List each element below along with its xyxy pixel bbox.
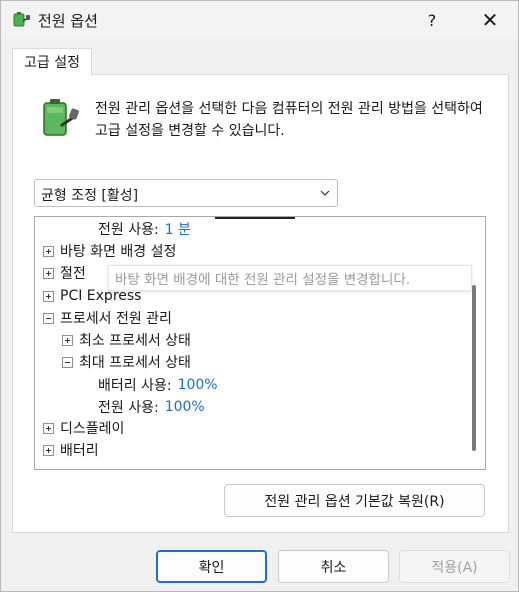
tree-item-processor-power[interactable]: 프로세서 전원 관리 — [43, 307, 172, 329]
advanced-settings-panel: 전원 관리 옵션을 선택한 다음 컴퓨터의 전원 관리 방법을 선택하여 고급 … — [12, 74, 509, 533]
tree-item-display[interactable]: 디스플레이 — [43, 417, 124, 439]
close-button[interactable]: ✕ — [467, 1, 513, 39]
tree-item-min-processor-state[interactable]: 최소 프로세서 상태 — [62, 329, 191, 351]
battery-plug-icon — [43, 99, 79, 136]
tree-item-sleep[interactable]: 절전 — [43, 262, 86, 284]
scrollbar-thumb[interactable] — [472, 285, 476, 451]
tree-item-value[interactable]: 1 분 — [165, 219, 191, 239]
tree-item-label: 최대 프로세서 상태 — [79, 355, 191, 371]
expand-plus-icon[interactable] — [62, 334, 73, 346]
tree-item-label: 전원 사용: — [98, 222, 159, 238]
settings-tree[interactable]: 전원 사용: 1 분 바탕 화면 배경 설정 절전 PCI Express 프로… — [34, 216, 486, 470]
tree-item-label: 배터리 사용: — [98, 378, 172, 394]
tree-item-label: 바탕 화면 배경 설정 — [60, 244, 177, 260]
tree-item-battery[interactable]: 배터리 — [43, 439, 99, 461]
panel-description: 전원 관리 옵션을 선택한 다음 컴퓨터의 전원 관리 방법을 선택하여 고급 … — [95, 101, 483, 139]
tree-item-label: 디스플레이 — [60, 421, 125, 437]
tree-item-power-usage-display[interactable]: 전원 사용: 1 분 — [98, 218, 191, 240]
power-plan-selected: 균형 조정 [활성] — [41, 188, 139, 204]
tree-item-value[interactable]: 100% — [178, 377, 218, 393]
expand-plus-icon[interactable] — [43, 267, 54, 279]
tree-item-desktop-background[interactable]: 바탕 화면 배경 설정 — [43, 240, 176, 262]
restore-defaults-button[interactable]: 전원 관리 옵션 기본값 복원(R) — [224, 484, 485, 517]
tree-item-label: 배터리 — [60, 443, 99, 459]
cancel-button[interactable]: 취소 — [278, 550, 389, 583]
tree-item-label: 절전 — [60, 266, 86, 282]
expand-plus-icon[interactable] — [43, 245, 54, 257]
chevron-down-icon — [320, 190, 330, 196]
power-options-dialog: 전원 옵션 ? ✕ 고급 설정 전원 관리 옵션을 선택한 다음 컴퓨터의 전원… — [0, 0, 519, 592]
tooltip: 바탕 화면 배경에 대한 전원 관리 설정을 변경합니다. — [108, 265, 472, 291]
tree-item-plugged-in[interactable]: 전원 사용: 100% — [98, 396, 205, 418]
tree-item-label: 최소 프로세서 상태 — [79, 333, 191, 349]
title-bar: 전원 옵션 ? ✕ — [1, 1, 518, 39]
tree-item-label: 프로세서 전원 관리 — [60, 311, 172, 327]
ok-button[interactable]: 확인 — [156, 550, 267, 583]
selection-indicator — [215, 217, 295, 219]
collapse-minus-icon[interactable] — [43, 312, 54, 324]
power-plan-select[interactable]: 균형 조정 [활성] — [34, 179, 338, 207]
tab-advanced-settings[interactable]: 고급 설정 — [12, 48, 92, 75]
tree-item-label: 전원 사용: — [98, 400, 159, 416]
help-button[interactable]: ? — [409, 1, 455, 39]
expand-plus-icon[interactable] — [43, 290, 54, 302]
tree-item-max-processor-state[interactable]: 최대 프로세서 상태 — [62, 351, 191, 373]
power-options-icon — [13, 12, 30, 27]
window-title: 전원 옵션 — [38, 12, 98, 30]
tree-item-on-battery[interactable]: 배터리 사용: 100% — [98, 374, 218, 396]
tree-item-value[interactable]: 100% — [165, 399, 205, 415]
apply-button[interactable]: 적용(A) — [399, 550, 510, 583]
expand-plus-icon[interactable] — [43, 422, 54, 434]
expand-plus-icon[interactable] — [43, 444, 54, 456]
collapse-minus-icon[interactable] — [62, 356, 73, 368]
